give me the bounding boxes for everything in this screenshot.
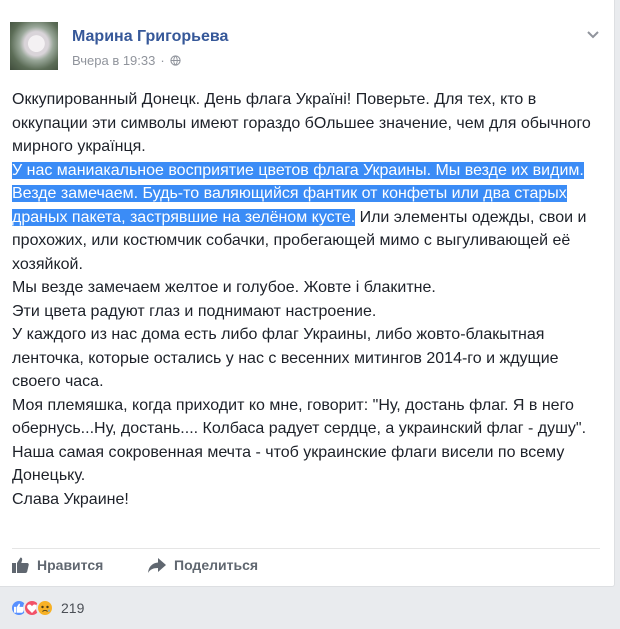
post-paragraph: Слава Украине! xyxy=(12,488,608,512)
post-card: Марина Григорьева Вчера в 19:33 · Оккупи… xyxy=(0,0,615,587)
post-text: Мы везде замечаем желтое и голубое. Жовт… xyxy=(12,279,436,296)
meta-separator: · xyxy=(160,53,165,68)
post-text: Наша самая сокровенная мечта - чтоб укра… xyxy=(12,443,565,485)
post-text: Эти цвета радуют глаз и поднимают настро… xyxy=(12,302,377,320)
post-text: У каждого из нас дома есть либо флаг Укр… xyxy=(12,326,559,390)
post-paragraph: У каждого из нас дома есть либо флаг Укр… xyxy=(12,323,608,394)
share-arrow-icon xyxy=(148,557,166,573)
post-text: Слава Украине! xyxy=(12,490,129,508)
reaction-count: 219 xyxy=(61,600,85,616)
post-paragraph: Эти цвета радуют глаз и поднимают настро… xyxy=(12,300,608,324)
post-paragraph: Моя племяшка, когда приходит ко мне, гов… xyxy=(12,394,608,441)
like-label: Нравится xyxy=(37,557,104,573)
post-meta: Вчера в 19:33 · xyxy=(72,53,181,68)
post-paragraph: У нас маниакальное восприятие цветов фла… xyxy=(12,159,608,277)
globe-icon[interactable] xyxy=(170,55,181,66)
thumbs-up-icon xyxy=(12,557,29,573)
post-timestamp[interactable]: Вчера в 19:33 xyxy=(72,53,155,68)
author-name[interactable]: Марина Григорьева xyxy=(72,28,228,46)
sad-icon xyxy=(36,599,54,617)
share-label: Поделиться xyxy=(174,557,259,573)
chevron-down-icon[interactable] xyxy=(586,30,600,40)
share-button[interactable]: Поделиться xyxy=(148,557,258,573)
post-text: Оккупированный Донецк. День флага Україн… xyxy=(12,91,591,155)
post-body: Оккупированный Донецк. День флага Україн… xyxy=(12,88,608,511)
post-paragraph: Наша самая сокровенная мечта - чтоб укра… xyxy=(12,441,608,488)
divider xyxy=(12,548,600,549)
like-button[interactable]: Нравится xyxy=(12,557,103,573)
post-text: Моя племяшка, когда приходит ко мне, гов… xyxy=(12,396,587,438)
reactions-summary[interactable]: 219 xyxy=(10,599,84,617)
post-paragraph: Мы везде замечаем желтое и голубое. Жовт… xyxy=(12,276,608,300)
post-paragraph: Оккупированный Донецк. День флага Україн… xyxy=(12,88,608,159)
avatar[interactable] xyxy=(10,22,58,70)
